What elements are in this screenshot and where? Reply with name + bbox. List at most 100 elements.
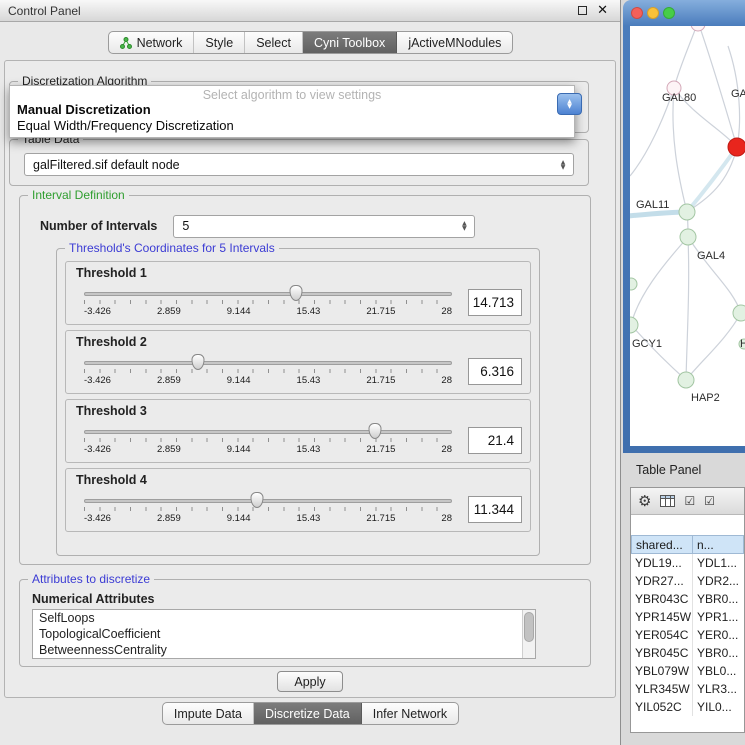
- slider-thumb[interactable]: [368, 423, 381, 439]
- cell-shared-name[interactable]: YER054C: [631, 626, 693, 644]
- cell-shared-name[interactable]: YDL19...: [631, 554, 693, 572]
- cell-shared-name[interactable]: YPR145W: [631, 608, 693, 626]
- cell-name[interactable]: YPR1...: [693, 608, 744, 626]
- checkbox-icon[interactable]: ☑: [684, 495, 695, 507]
- slider-track[interactable]: [84, 499, 452, 503]
- tick-label: 15.43: [297, 306, 321, 317]
- tick-label: 15.43: [297, 513, 321, 524]
- list-item[interactable]: TopologicalCoefficient: [33, 626, 535, 642]
- cell-name[interactable]: YIL0...: [693, 698, 744, 716]
- threshold-2-slider[interactable]: -3.426 2.859 9.144 15.43 21.715 28: [84, 352, 452, 390]
- cell-shared-name[interactable]: YBL079W: [631, 662, 693, 680]
- tab-impute-data[interactable]: Impute Data: [163, 703, 254, 724]
- slider-track[interactable]: [84, 361, 452, 365]
- network-node-gal11[interactable]: [679, 204, 695, 220]
- column-header-shared-name[interactable]: shared...: [631, 535, 693, 554]
- tab-network[interactable]: Network: [109, 32, 195, 53]
- threshold-3-value-field[interactable]: 21.4: [468, 427, 522, 454]
- tab-infer-network[interactable]: Infer Network: [362, 703, 458, 724]
- cell-shared-name[interactable]: YBR043C: [631, 590, 693, 608]
- zoom-traffic-icon[interactable]: [663, 7, 675, 19]
- algorithm-combo-button[interactable]: ▲ ▼: [557, 93, 582, 115]
- threshold-3-slider[interactable]: -3.426 2.859 9.144 15.43 21.715 28: [84, 421, 452, 459]
- gear-icon[interactable]: ⚙: [638, 494, 651, 509]
- checkbox-icon[interactable]: ☑: [704, 495, 715, 507]
- algorithm-option-manual[interactable]: Manual Discretization: [10, 102, 574, 118]
- network-node[interactable]: [630, 278, 637, 290]
- list-item[interactable]: BetweennessCentrality: [33, 642, 535, 658]
- threshold-1-slider[interactable]: -3.426 2.859 9.144 15.43 21.715 28: [84, 283, 452, 321]
- slider-ticks: [84, 300, 452, 304]
- tab-style[interactable]: Style: [194, 32, 245, 53]
- cell-name[interactable]: YBR0...: [693, 644, 744, 662]
- tab-select-label: Select: [256, 36, 291, 50]
- cell-name[interactable]: YER0...: [693, 626, 744, 644]
- table-panel-gap: [631, 515, 744, 535]
- window-traffic-lights: [631, 7, 675, 19]
- table-row[interactable]: YBR043C YBR0...: [631, 590, 744, 608]
- table-row[interactable]: YBL079W YBL0...: [631, 662, 744, 680]
- cell-name[interactable]: YDR2...: [693, 572, 744, 590]
- threshold-1-panel: Threshold 1 -3.426 2.859 9.144 15.43: [65, 261, 531, 325]
- minimize-traffic-icon[interactable]: [647, 7, 659, 19]
- table-panel-title: Table Panel: [636, 463, 701, 477]
- algorithm-option-equal-width[interactable]: Equal Width/Frequency Discretization: [10, 118, 574, 134]
- combo-down-arrow-icon: ▼: [567, 104, 572, 109]
- table-data-combo[interactable]: galFiltered.sif default node ▲▼: [24, 153, 574, 176]
- table-row[interactable]: YDR27... YDR2...: [631, 572, 744, 590]
- control-panel-titlebar: Control Panel ✕: [0, 0, 620, 22]
- cell-name[interactable]: YBL0...: [693, 662, 744, 680]
- cell-name[interactable]: YLR3...: [693, 680, 744, 698]
- threshold-4-slider[interactable]: -3.426 2.859 9.144 15.43 21.715 28: [84, 490, 452, 528]
- table-row[interactable]: YPR145W YPR1...: [631, 608, 744, 626]
- slider-thumb[interactable]: [250, 492, 263, 508]
- list-item[interactable]: SelfLoops: [33, 610, 535, 626]
- node-label-h: H: [740, 338, 745, 350]
- slider-track[interactable]: [84, 430, 452, 434]
- attributes-group: Attributes to discretize Numerical Attri…: [19, 579, 591, 667]
- network-node[interactable]: [733, 305, 745, 321]
- tab-cyni-toolbox[interactable]: Cyni Toolbox: [303, 32, 397, 53]
- close-traffic-icon[interactable]: [631, 7, 643, 19]
- columns-icon[interactable]: [660, 495, 675, 507]
- list-scrollbar[interactable]: [522, 610, 535, 658]
- cell-shared-name[interactable]: YIL052C: [631, 698, 693, 716]
- cell-shared-name[interactable]: YBR045C: [631, 644, 693, 662]
- table-row[interactable]: YER054C YER0...: [631, 626, 744, 644]
- threshold-1-value-field[interactable]: 14.713: [468, 289, 522, 316]
- apply-button[interactable]: Apply: [277, 671, 343, 692]
- network-node-hap2[interactable]: [678, 372, 694, 388]
- network-node-red[interactable]: [728, 138, 745, 156]
- cell-name[interactable]: YBR0...: [693, 590, 744, 608]
- top-tab-row: Network Style Select Cyni Toolbox jActiv…: [0, 31, 621, 54]
- number-of-intervals-combo[interactable]: 5 ▲▼: [173, 215, 475, 238]
- slider-track[interactable]: [84, 292, 452, 296]
- table-row[interactable]: YLR345W YLR3...: [631, 680, 744, 698]
- scrollbar-thumb[interactable]: [524, 612, 534, 642]
- minimize-icon[interactable]: [578, 6, 587, 15]
- threshold-2-value-field[interactable]: 6.316: [468, 358, 522, 385]
- cell-shared-name[interactable]: YDR27...: [631, 572, 693, 590]
- tick-label: 2.859: [157, 375, 181, 386]
- column-header-name[interactable]: n...: [693, 535, 744, 554]
- slider-thumb[interactable]: [290, 285, 303, 301]
- network-node-gal4[interactable]: [680, 229, 696, 245]
- cell-shared-name[interactable]: YLR345W: [631, 680, 693, 698]
- table-row[interactable]: YIL052C YIL0...: [631, 698, 744, 716]
- close-icon[interactable]: ✕: [597, 4, 608, 17]
- network-canvas[interactable]: GAL80 GA GAL11 GAL4 GCY1 H HAP2: [630, 26, 745, 446]
- table-row[interactable]: YDL19... YDL1...: [631, 554, 744, 572]
- tab-jactivemnodules[interactable]: jActiveMNodules: [397, 32, 512, 53]
- tab-select[interactable]: Select: [245, 32, 303, 53]
- tab-discretize-data[interactable]: Discretize Data: [254, 703, 362, 724]
- cell-name[interactable]: YDL1...: [693, 554, 744, 572]
- slider-ticks: [84, 507, 452, 511]
- tick-label: -3.426: [84, 444, 111, 455]
- table-row[interactable]: YBR045C YBR0...: [631, 644, 744, 662]
- tick-label: 15.43: [297, 375, 321, 386]
- table-panel-window: ⚙ ☑ ☑ shared... n... YDL19... YDL1... YD…: [630, 487, 745, 733]
- threshold-4-value-field[interactable]: 11.344: [468, 496, 522, 523]
- network-node[interactable]: [691, 26, 705, 31]
- slider-thumb[interactable]: [192, 354, 205, 370]
- tick-label: 9.144: [227, 306, 251, 317]
